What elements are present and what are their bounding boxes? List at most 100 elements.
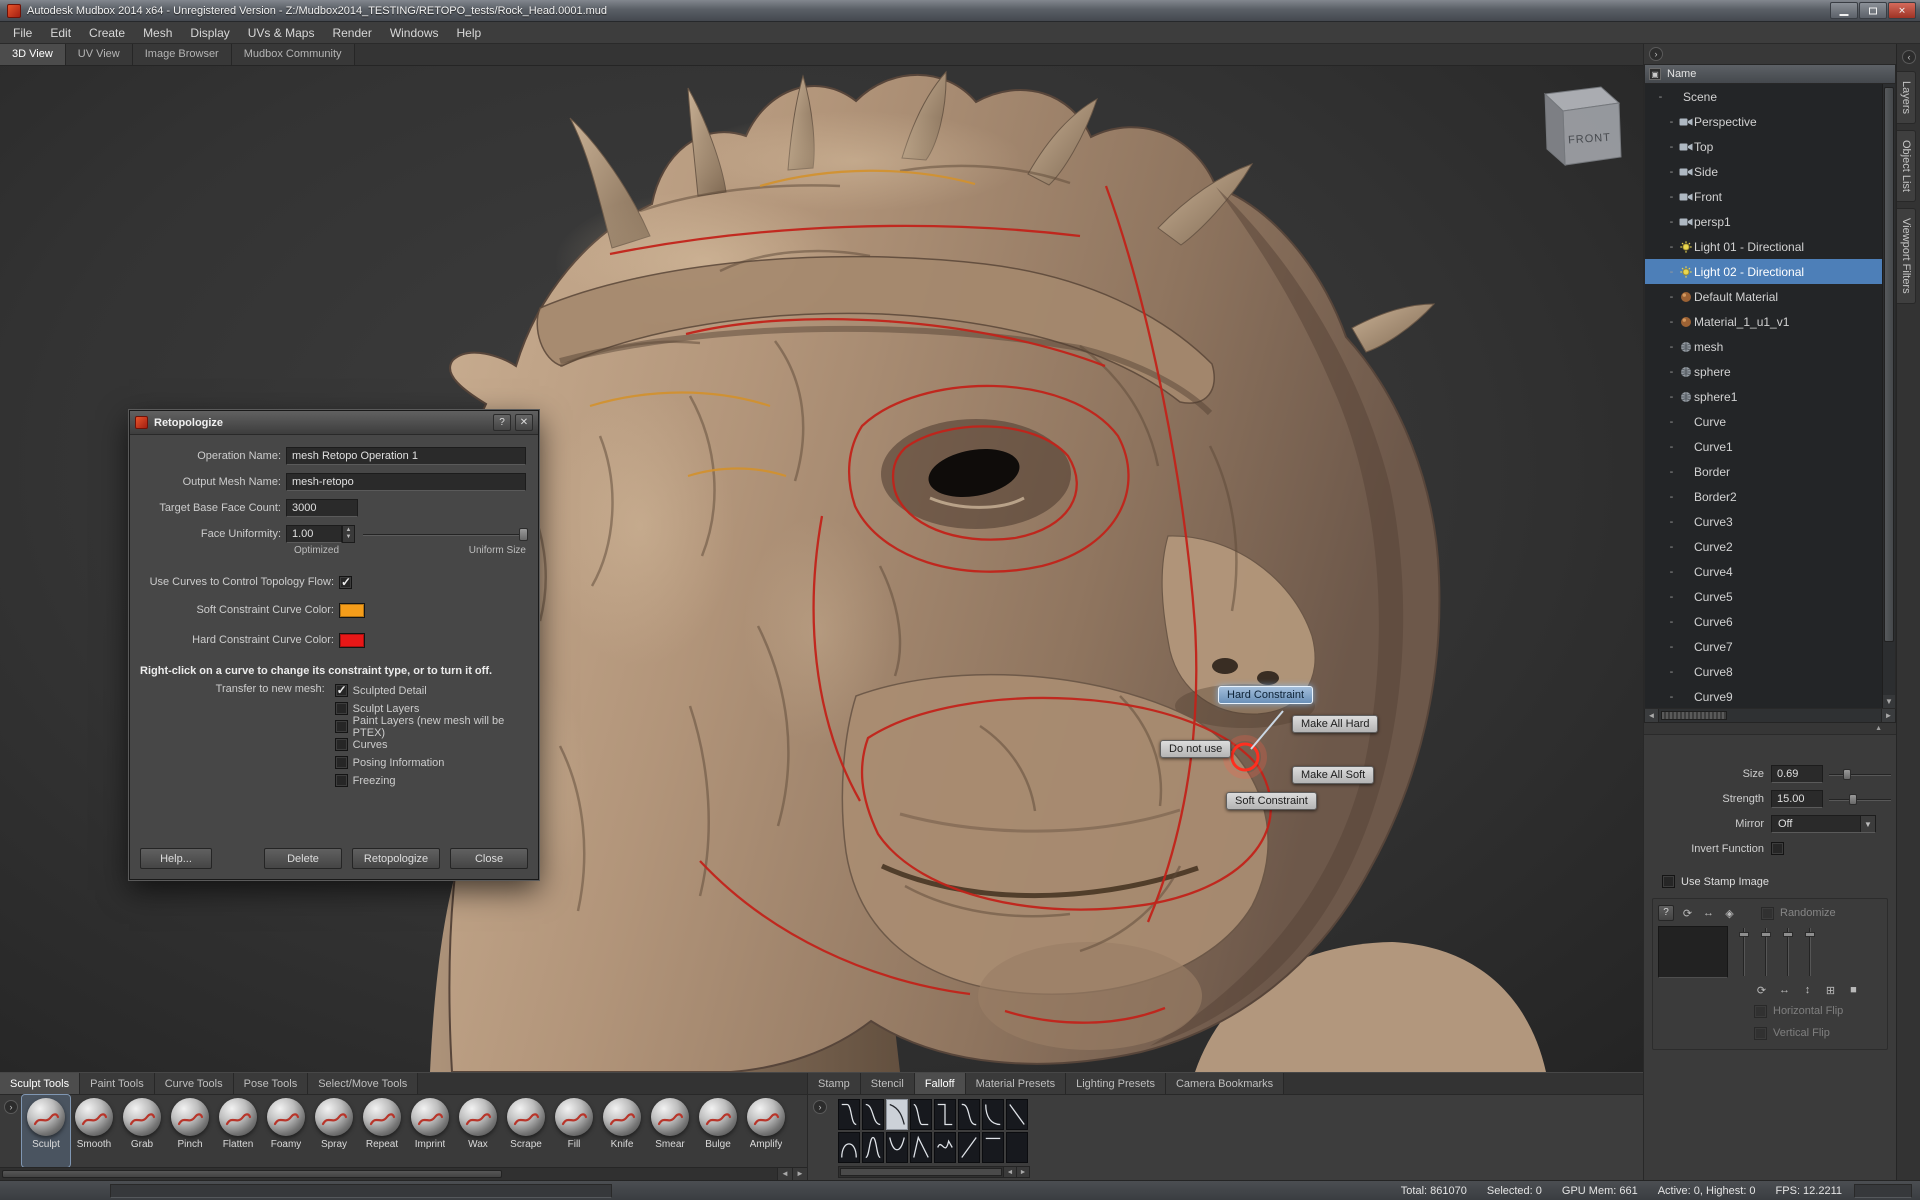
menu-display[interactable]: Display [181, 23, 238, 43]
menu-create[interactable]: Create [80, 23, 134, 43]
stamp-slider[interactable] [1740, 928, 1748, 976]
tree-item-curve5[interactable]: -Curve5 [1645, 584, 1895, 609]
tree-item-side[interactable]: -Side [1645, 159, 1895, 184]
side-tab-object-list[interactable]: Object List [1897, 130, 1916, 202]
tool-foamy[interactable]: Foamy [262, 1095, 310, 1167]
tool-grab[interactable]: Grab [118, 1095, 166, 1167]
tree-item-persp1[interactable]: -persp1 [1645, 209, 1895, 234]
menu-file[interactable]: File [4, 23, 41, 43]
checkbox[interactable] [335, 774, 348, 787]
flip-horizontal-icon[interactable]: ↔ [1701, 907, 1716, 919]
scroll-right-icon[interactable]: ► [1881, 709, 1895, 722]
tool-tab-paint-tools[interactable]: Paint Tools [80, 1073, 155, 1094]
view-tab-uv-view[interactable]: UV View [66, 44, 133, 65]
falloff-spike-icon[interactable] [910, 1132, 932, 1163]
falloff-collapse-icon[interactable]: › [813, 1100, 827, 1114]
transfer-option-freezing[interactable]: Freezing [335, 773, 530, 788]
tool-pinch[interactable]: Pinch [166, 1095, 214, 1167]
refresh-icon[interactable]: ⟳ [1754, 984, 1769, 997]
view-cube[interactable]: FRONT [1545, 87, 1621, 165]
checkbox[interactable] [335, 702, 348, 715]
falloff-dip-icon[interactable] [886, 1132, 908, 1163]
tools-scrollbar[interactable]: ◄ ► [0, 1167, 807, 1180]
tool-tab-pose-tools[interactable]: Pose Tools [234, 1073, 309, 1094]
tool-smear[interactable]: Smear [646, 1095, 694, 1167]
view-tab-3d-view[interactable]: 3D View [0, 44, 66, 65]
tree-item-curve4[interactable]: -Curve4 [1645, 559, 1895, 584]
object-list-hscrollbar[interactable]: ◄ ► [1644, 709, 1896, 723]
falloff-linear-icon[interactable] [1006, 1099, 1028, 1130]
tree-item-mesh[interactable]: -mesh [1645, 334, 1895, 359]
tool-spray[interactable]: Spray [310, 1095, 358, 1167]
stamp-help-icon[interactable]: ? [1658, 905, 1674, 921]
panel-collapse-icon[interactable]: › [1649, 47, 1663, 61]
transfer-option-sculpted-detail[interactable]: Sculpted Detail [335, 683, 530, 698]
help-button[interactable]: Help... [140, 848, 212, 869]
tree-item-curve[interactable]: -Curve [1645, 409, 1895, 434]
tool-amplify[interactable]: Amplify [742, 1095, 790, 1167]
tree-item-curve3[interactable]: -Curve3 [1645, 509, 1895, 534]
preset-tab-camera-bookmarks[interactable]: Camera Bookmarks [1166, 1073, 1284, 1094]
tree-item-material-1-u1-v1[interactable]: -Material_1_u1_v1 [1645, 309, 1895, 334]
tree-item-curve6[interactable]: -Curve6 [1645, 609, 1895, 634]
tree-item-default-material[interactable]: -Default Material [1645, 284, 1895, 309]
stamp-slider[interactable] [1806, 928, 1814, 976]
retopologize-dialog[interactable]: Retopologize ? ✕ Operation Name: Output … [129, 410, 539, 880]
grid-icon[interactable]: ⊞ [1823, 984, 1838, 997]
hard-color-swatch[interactable] [339, 633, 365, 648]
tool-knife[interactable]: Knife [598, 1095, 646, 1167]
vertical-flip-checkbox[interactable] [1754, 1027, 1767, 1040]
tree-item-light-01-directional[interactable]: -Light 01 - Directional [1645, 234, 1895, 259]
tool-wax[interactable]: Wax [454, 1095, 502, 1167]
face-uniformity-slider[interactable] [363, 525, 530, 543]
tool-fill[interactable]: Fill [550, 1095, 598, 1167]
tool-tab-sculpt-tools[interactable]: Sculpt Tools [0, 1073, 80, 1094]
use-stamp-checkbox[interactable] [1662, 875, 1675, 888]
viewport-3d[interactable]: FRONT Hard ConstraintMake All HardDo not… [0, 66, 1643, 1072]
scroll-left-icon[interactable]: ◄ [777, 1168, 792, 1180]
falloff-ease-out-icon[interactable] [886, 1099, 908, 1130]
tray-collapse-icon[interactable]: › [4, 1100, 18, 1114]
tree-item-perspective[interactable]: -Perspective [1645, 109, 1895, 134]
tool-bulge[interactable]: Bulge [694, 1095, 742, 1167]
falloff-dome-icon[interactable] [838, 1132, 860, 1163]
tree-item-curve2[interactable]: -Curve2 [1645, 534, 1895, 559]
falloff-step-icon[interactable] [934, 1099, 956, 1130]
menu-help[interactable]: Help [448, 23, 491, 43]
falloff-flat-icon[interactable] [1006, 1132, 1028, 1163]
operation-name-input[interactable] [286, 447, 526, 465]
horizontal-flip-checkbox[interactable] [1754, 1005, 1767, 1018]
maximize-button[interactable] [1859, 2, 1887, 19]
arrows-vertical-icon[interactable]: ↕ [1800, 984, 1815, 997]
invert-function-checkbox[interactable] [1771, 842, 1784, 855]
strip-collapse-icon[interactable]: ‹ [1902, 50, 1916, 64]
square-icon[interactable]: ■ [1846, 984, 1861, 997]
tree-item-border2[interactable]: -Border2 [1645, 484, 1895, 509]
tree-item-curve8[interactable]: -Curve8 [1645, 659, 1895, 684]
falloff-plateau-drop-icon[interactable] [838, 1099, 860, 1130]
checkbox[interactable] [335, 756, 348, 769]
rotate-icon[interactable]: ⟳ [1680, 907, 1695, 920]
preset-tab-stamp[interactable]: Stamp [808, 1073, 861, 1094]
view-tab-mudbox-community[interactable]: Mudbox Community [232, 44, 355, 65]
scroll-left-icon[interactable]: ◄ [1645, 709, 1659, 722]
side-tab-layers[interactable]: Layers [1897, 71, 1916, 124]
tool-repeat[interactable]: Repeat [358, 1095, 406, 1167]
tool-flatten[interactable]: Flatten [214, 1095, 262, 1167]
menu-edit[interactable]: Edit [41, 23, 80, 43]
delete-button[interactable]: Delete [264, 848, 342, 869]
close-button[interactable]: ✕ [1888, 2, 1916, 19]
transfer-option-posing-information[interactable]: Posing Information [335, 755, 530, 770]
properties-collapse-icon[interactable]: ▲ [1875, 725, 1882, 732]
tree-item-curve7[interactable]: -Curve7 [1645, 634, 1895, 659]
tree-item-scene[interactable]: -Scene [1645, 84, 1895, 109]
size-input[interactable] [1771, 765, 1823, 783]
output-mesh-input[interactable] [286, 473, 526, 491]
tool-tab-curve-tools[interactable]: Curve Tools [155, 1073, 234, 1094]
preset-tab-falloff[interactable]: Falloff [915, 1073, 966, 1094]
scroll-right-icon[interactable]: ► [792, 1168, 807, 1180]
scroll-down-icon[interactable]: ▼ [1883, 695, 1895, 708]
marking-item-make-all-soft[interactable]: Make All Soft [1292, 766, 1374, 784]
marking-item-make-all-hard[interactable]: Make All Hard [1292, 715, 1378, 733]
side-tab-viewport-filters[interactable]: Viewport Filters [1897, 208, 1916, 304]
